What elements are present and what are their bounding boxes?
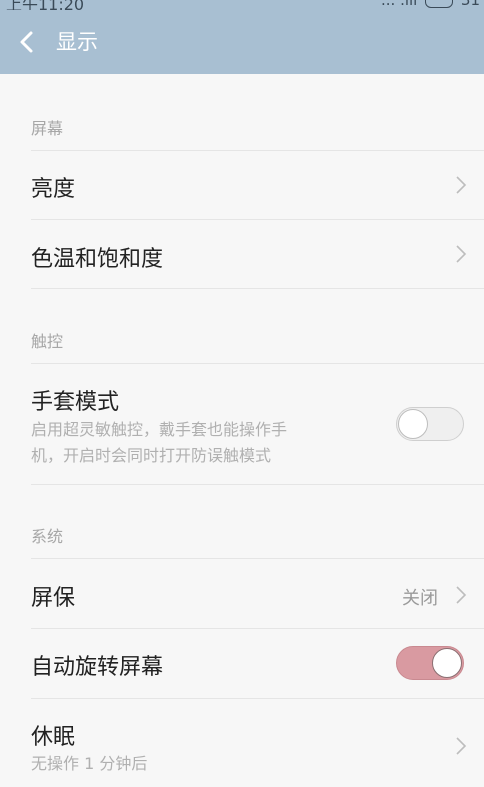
auto-rotate-label: 自动旋转屏幕 [31,655,164,680]
sleep-row[interactable]: 休眠 无操作 1 分钟后 [0,699,484,787]
color-temperature-label: 色温和饱和度 [31,247,164,272]
chevron-right-icon [455,585,467,605]
battery-level: 31 [460,0,480,9]
section-title-screen: 屏幕 [31,119,64,138]
status-bar: 上午11:20 ... .ııı 31 [0,0,484,10]
divider [31,484,484,485]
chevron-right-icon [455,736,467,756]
title-bar: 显示 [0,10,484,74]
glove-mode-description-line2: 机，开启时会同时打开防误触模式 [31,446,272,465]
chevron-right-icon [455,244,467,264]
battery-icon [425,0,454,8]
sleep-label: 休眠 [31,725,76,750]
glove-mode-label: 手套模式 [31,390,120,415]
brightness-row[interactable]: 亮度 [0,151,484,219]
screensaver-value: 关闭 [402,588,438,609]
brightness-label: 亮度 [31,177,76,202]
chevron-left-icon [20,31,33,53]
sleep-value: 无操作 1 分钟后 [31,754,148,773]
page-title: 显示 [56,30,98,54]
screensaver-row[interactable]: 屏保 关闭 [0,559,484,628]
status-icons: ... .ııı 31 [381,0,480,9]
divider [31,288,484,289]
back-button[interactable] [14,28,42,56]
status-time: 上午11:20 [6,0,85,10]
glove-mode-toggle[interactable] [396,407,464,441]
auto-rotate-row[interactable]: 自动旋转屏幕 [0,629,484,698]
color-temperature-row[interactable]: 色温和饱和度 [0,220,484,288]
auto-rotate-toggle[interactable] [396,646,464,680]
signal-icon: ... .ııı [381,0,418,9]
section-title-system: 系统 [31,527,64,546]
screensaver-label: 屏保 [31,586,76,611]
glove-mode-description-line1: 启用超灵敏触控，戴手套也能操作手 [31,420,288,439]
section-title-touch: 触控 [31,332,64,351]
toggle-knob [432,648,462,678]
glove-mode-row[interactable]: 手套模式 启用超灵敏触控，戴手套也能操作手 机，开启时会同时打开防误触模式 [0,364,484,484]
toggle-knob [398,409,428,439]
chevron-right-icon [455,175,467,195]
